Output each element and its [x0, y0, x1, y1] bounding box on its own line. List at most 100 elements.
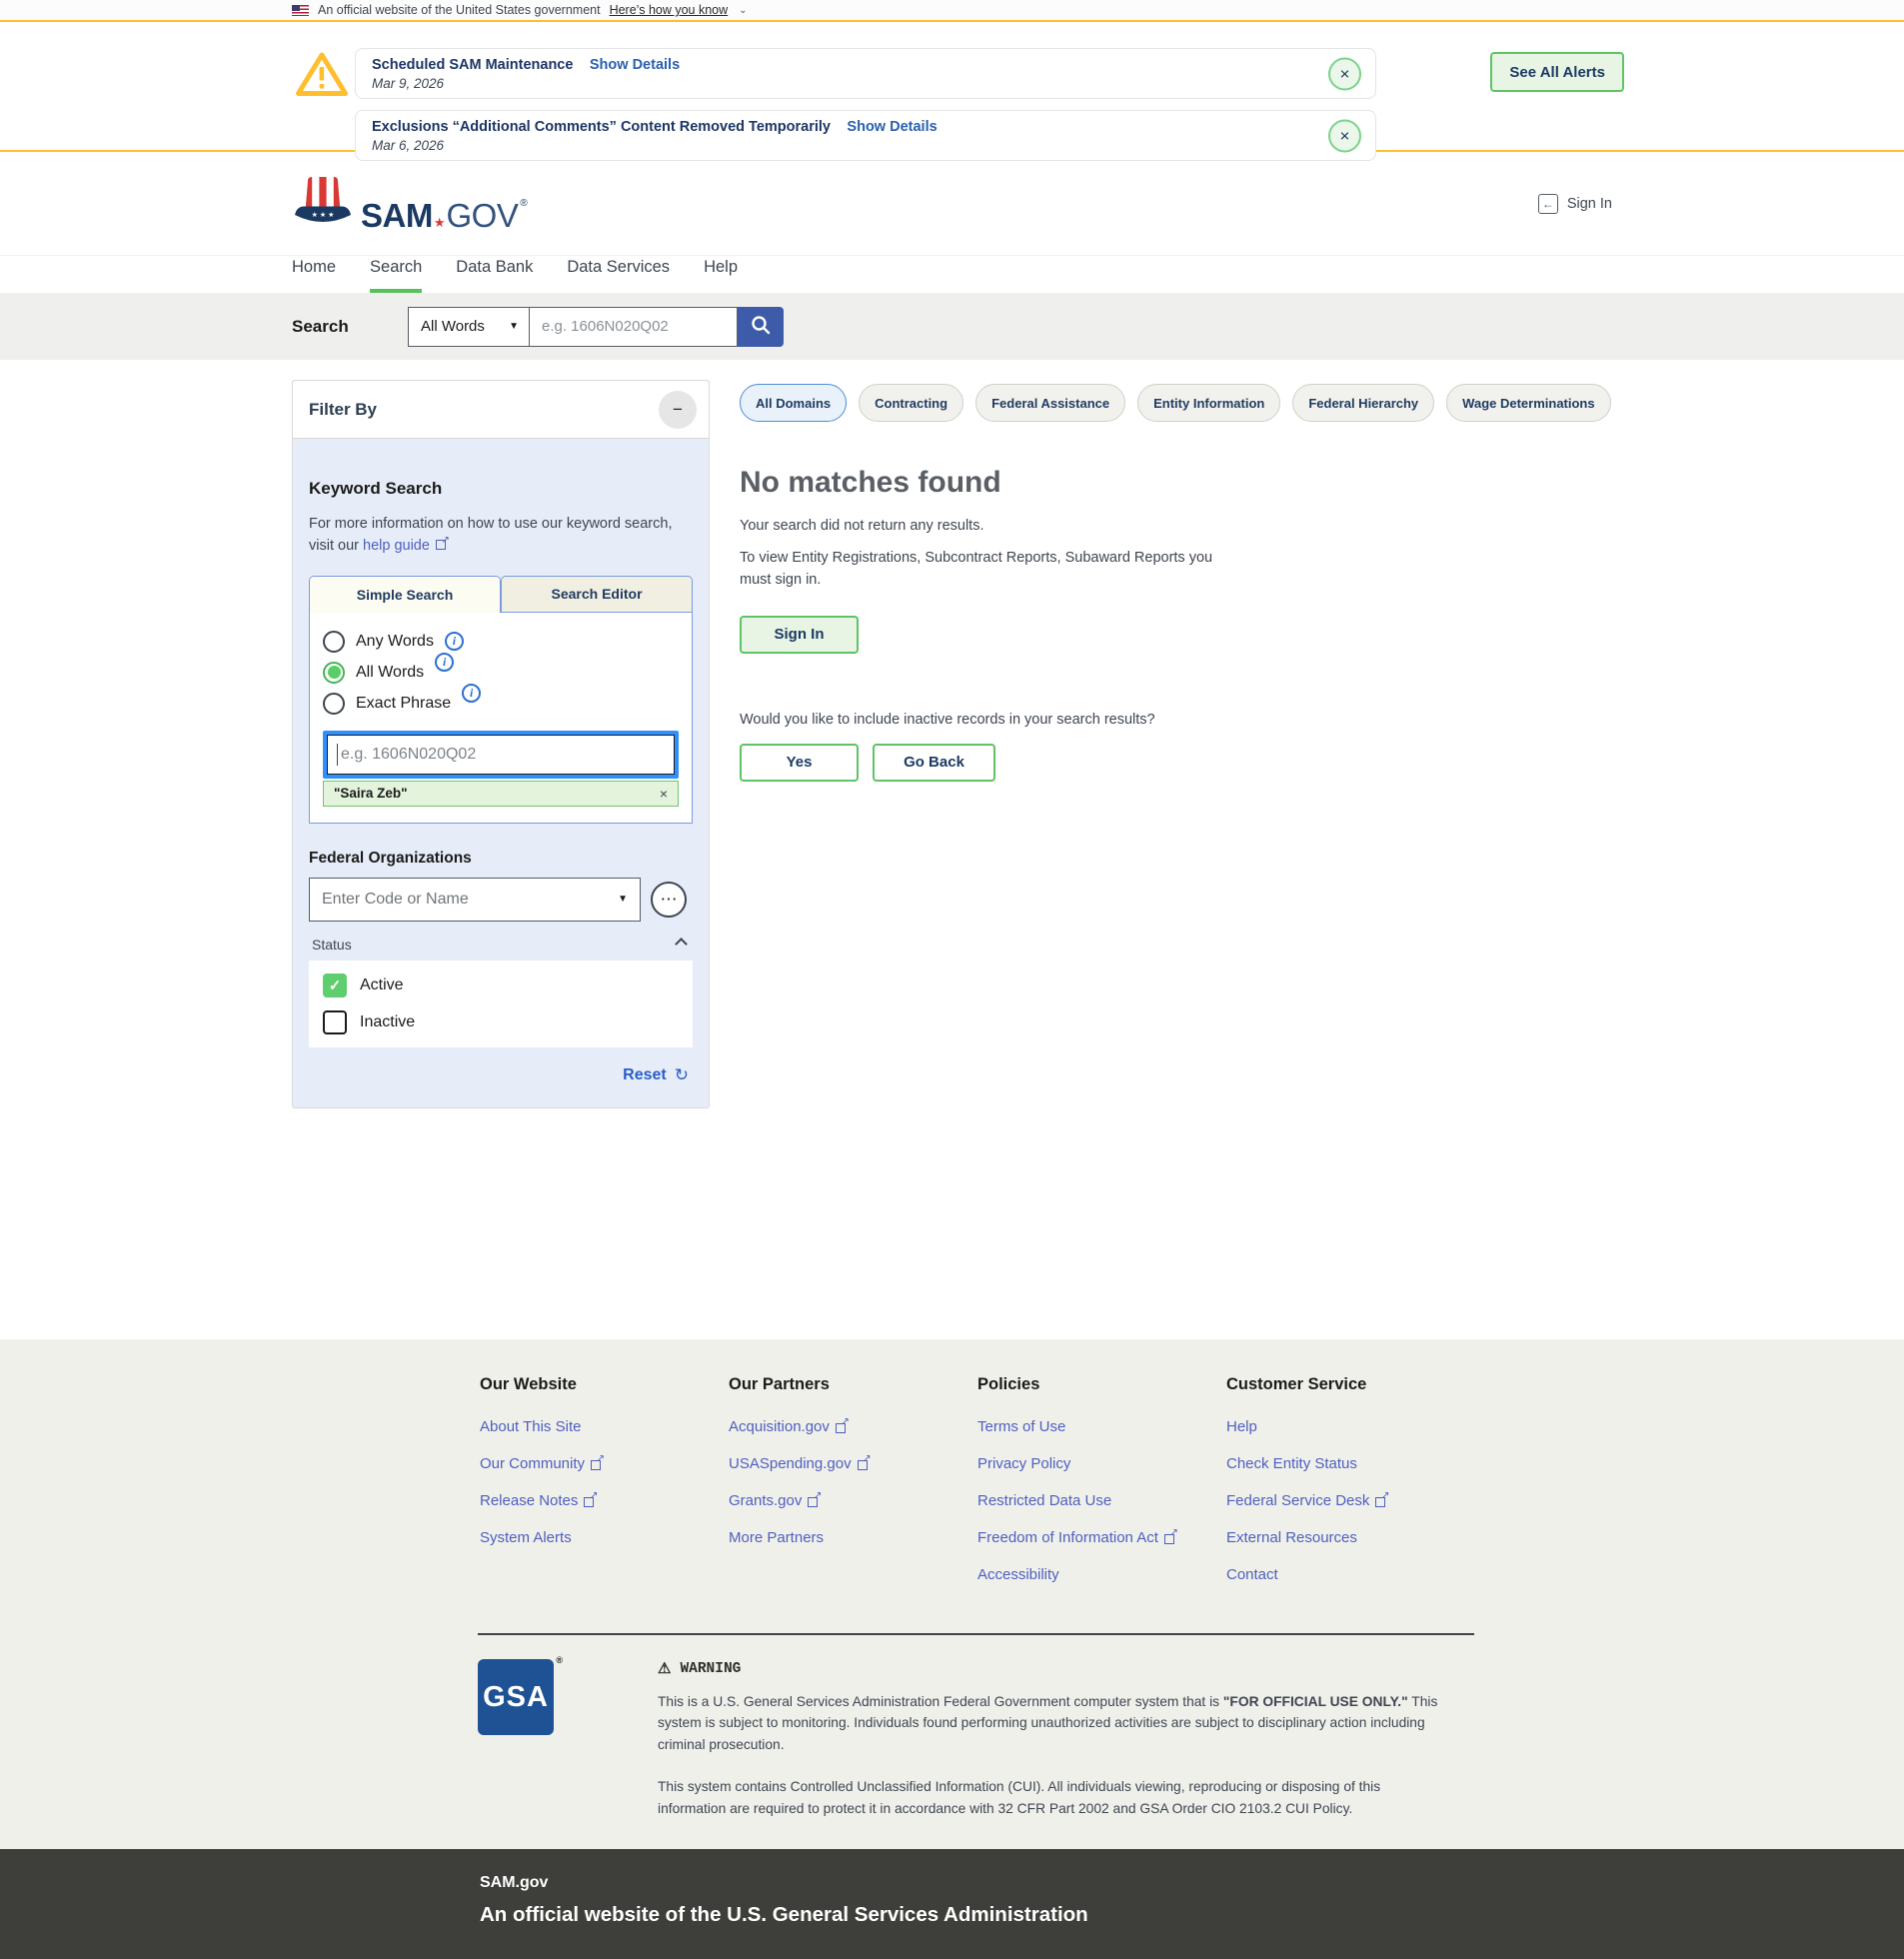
- go-back-button[interactable]: Go Back: [873, 744, 995, 782]
- alert-list: Scheduled SAM Maintenance Show Details M…: [355, 48, 1376, 161]
- show-details-link[interactable]: Show Details: [590, 57, 680, 73]
- inactive-checkbox[interactable]: [323, 1010, 347, 1034]
- no-results-message: Your search did not return any results.: [740, 518, 1904, 534]
- status-label: Status: [312, 937, 352, 953]
- nav-item-data-services[interactable]: Data Services: [567, 256, 670, 293]
- sam-gov-logo[interactable]: ★ ★ ★ SAM ★ GOV ®: [292, 175, 528, 232]
- nav-item-search[interactable]: Search: [370, 256, 422, 293]
- sign-in-icon: ←: [1538, 194, 1558, 214]
- reset-filters-link[interactable]: Reset ↻: [313, 1065, 689, 1085]
- any-words-label: Any Words: [356, 633, 434, 651]
- page-footer: Our Website About This Site Our Communit…: [0, 1339, 1904, 1849]
- footer-link-external-resources[interactable]: External Resources: [1226, 1529, 1475, 1546]
- alert-date: Mar 6, 2026: [372, 138, 1305, 153]
- collapse-filters-button[interactable]: −: [659, 391, 697, 429]
- footer-link-our-community[interactable]: Our Community: [480, 1455, 729, 1472]
- show-details-link[interactable]: Show Details: [847, 119, 937, 135]
- footer-link-check-entity-status[interactable]: Check Entity Status: [1226, 1455, 1475, 1472]
- keyword-help-text: For more information on how to use our k…: [309, 513, 693, 558]
- tab-search-editor[interactable]: Search Editor: [501, 576, 693, 613]
- footer-link-about-this-site[interactable]: About This Site: [480, 1418, 729, 1435]
- pill-entity-information[interactable]: Entity Information: [1137, 384, 1280, 422]
- yes-button[interactable]: Yes: [740, 744, 859, 782]
- footer-link-columns: Our Website About This Site Our Communit…: [480, 1375, 1904, 1603]
- help-guide-link[interactable]: help guide: [363, 538, 448, 554]
- footer-link-federal-service-desk[interactable]: Federal Service Desk: [1226, 1492, 1475, 1509]
- filter-panel: Filter By − Keyword Search For more info…: [292, 380, 710, 1108]
- pill-contracting[interactable]: Contracting: [859, 384, 963, 422]
- footer-link-restricted-data-use[interactable]: Restricted Data Use: [977, 1492, 1226, 1509]
- footer-link-more-partners[interactable]: More Partners: [729, 1529, 977, 1546]
- nav-item-home[interactable]: Home: [292, 256, 336, 293]
- registered-mark: ®: [520, 199, 527, 209]
- footer-link-system-alerts[interactable]: System Alerts: [480, 1529, 729, 1546]
- status-header: Status: [312, 937, 690, 953]
- pill-all-domains[interactable]: All Domains: [740, 384, 847, 422]
- external-link-icon: [1375, 1495, 1387, 1507]
- footer-link-contact[interactable]: Contact: [1226, 1566, 1475, 1583]
- footer-link-privacy-policy[interactable]: Privacy Policy: [977, 1455, 1226, 1472]
- chevron-down-icon: ⌄: [739, 5, 747, 16]
- sign-in-button[interactable]: Sign In: [740, 616, 859, 654]
- tab-simple-search[interactable]: Simple Search: [309, 576, 501, 613]
- pill-federal-hierarchy[interactable]: Federal Hierarchy: [1292, 384, 1434, 422]
- external-link-icon: [591, 1458, 603, 1470]
- federal-orgs-combobox[interactable]: Enter Code or Name ▼: [309, 878, 641, 922]
- footer-link-help[interactable]: Help: [1226, 1418, 1475, 1435]
- warning-title-text: WARNING: [680, 1661, 741, 1677]
- chevron-up-icon[interactable]: [675, 939, 688, 952]
- site-tagline: An official website of the U.S. General …: [480, 1903, 1904, 1927]
- text-cursor: [337, 744, 338, 766]
- footer-link-acquisition-gov[interactable]: Acquisition.gov: [729, 1418, 977, 1435]
- close-alert-button[interactable]: ×: [1328, 119, 1361, 152]
- gov-banner: An official website of the United States…: [0, 0, 1904, 22]
- identifier-footer: SAM.gov An official website of the U.S. …: [0, 1849, 1904, 1959]
- header-sign-in[interactable]: ← Sign In: [1538, 194, 1612, 214]
- link-label: Acquisition.gov: [729, 1418, 830, 1435]
- footer-col-heading: Policies: [977, 1375, 1226, 1394]
- pill-wage-determinations[interactable]: Wage Determinations: [1446, 384, 1610, 422]
- info-icon[interactable]: i: [462, 684, 481, 703]
- browse-orgs-button[interactable]: ⋯: [651, 882, 687, 918]
- site-header: ★ ★ ★ SAM ★ GOV ® ← Sign In: [0, 152, 1904, 255]
- uncle-sam-hat-icon: ★ ★ ★: [292, 175, 354, 232]
- caret-down-icon: ▼: [509, 321, 519, 332]
- footer-link-terms-of-use[interactable]: Terms of Use: [977, 1418, 1226, 1435]
- pill-federal-assistance[interactable]: Federal Assistance: [975, 384, 1125, 422]
- all-words-radio[interactable]: [323, 662, 345, 684]
- how-you-know-link[interactable]: Here’s how you know: [610, 3, 729, 17]
- footer-link-accessibility[interactable]: Accessibility: [977, 1566, 1226, 1583]
- search-mode-dropdown[interactable]: All Words ▼: [408, 307, 530, 347]
- footer-col-customer-service: Customer Service Help Check Entity Statu…: [1226, 1375, 1475, 1603]
- nav-item-data-bank[interactable]: Data Bank: [456, 256, 533, 293]
- footer-link-foia[interactable]: Freedom of Information Act: [977, 1529, 1226, 1546]
- footer-link-release-notes[interactable]: Release Notes: [480, 1492, 729, 1509]
- main-nav: Home Search Data Bank Data Services Help: [0, 255, 1904, 293]
- close-alert-button[interactable]: ×: [1328, 57, 1361, 90]
- federal-orgs-row: Enter Code or Name ▼ ⋯: [309, 878, 693, 922]
- any-words-radio[interactable]: [323, 631, 345, 653]
- see-all-alerts-button[interactable]: See All Alerts: [1490, 52, 1624, 92]
- external-link-icon: [858, 1458, 870, 1470]
- footer-link-usaspending-gov[interactable]: USASpending.gov: [729, 1455, 977, 1472]
- warning-text-bold: "FOR OFFICIAL USE ONLY.": [1223, 1694, 1408, 1709]
- minus-icon: −: [673, 400, 683, 420]
- info-icon[interactable]: i: [435, 653, 454, 672]
- footer-link-grants-gov[interactable]: Grants.gov: [729, 1492, 977, 1509]
- logo-text: SAM ★ GOV ®: [361, 199, 528, 232]
- remove-chip-icon[interactable]: ×: [660, 786, 668, 802]
- nav-item-help[interactable]: Help: [704, 256, 738, 293]
- search-icon: [750, 314, 772, 339]
- reset-label: Reset: [623, 1066, 667, 1084]
- us-flag-icon: [292, 5, 309, 16]
- link-label: System Alerts: [480, 1529, 572, 1546]
- keyword-input[interactable]: e.g. 1606N020Q02: [327, 735, 675, 775]
- search-label: Search: [292, 317, 408, 337]
- active-checkbox[interactable]: ✓: [323, 974, 347, 997]
- exact-phrase-radio[interactable]: [323, 693, 345, 715]
- search-submit-button[interactable]: [738, 307, 784, 347]
- footer-col-heading: Customer Service: [1226, 1375, 1475, 1394]
- info-icon[interactable]: i: [445, 632, 464, 651]
- global-search-input[interactable]: [530, 307, 738, 347]
- close-icon: ×: [1340, 127, 1350, 144]
